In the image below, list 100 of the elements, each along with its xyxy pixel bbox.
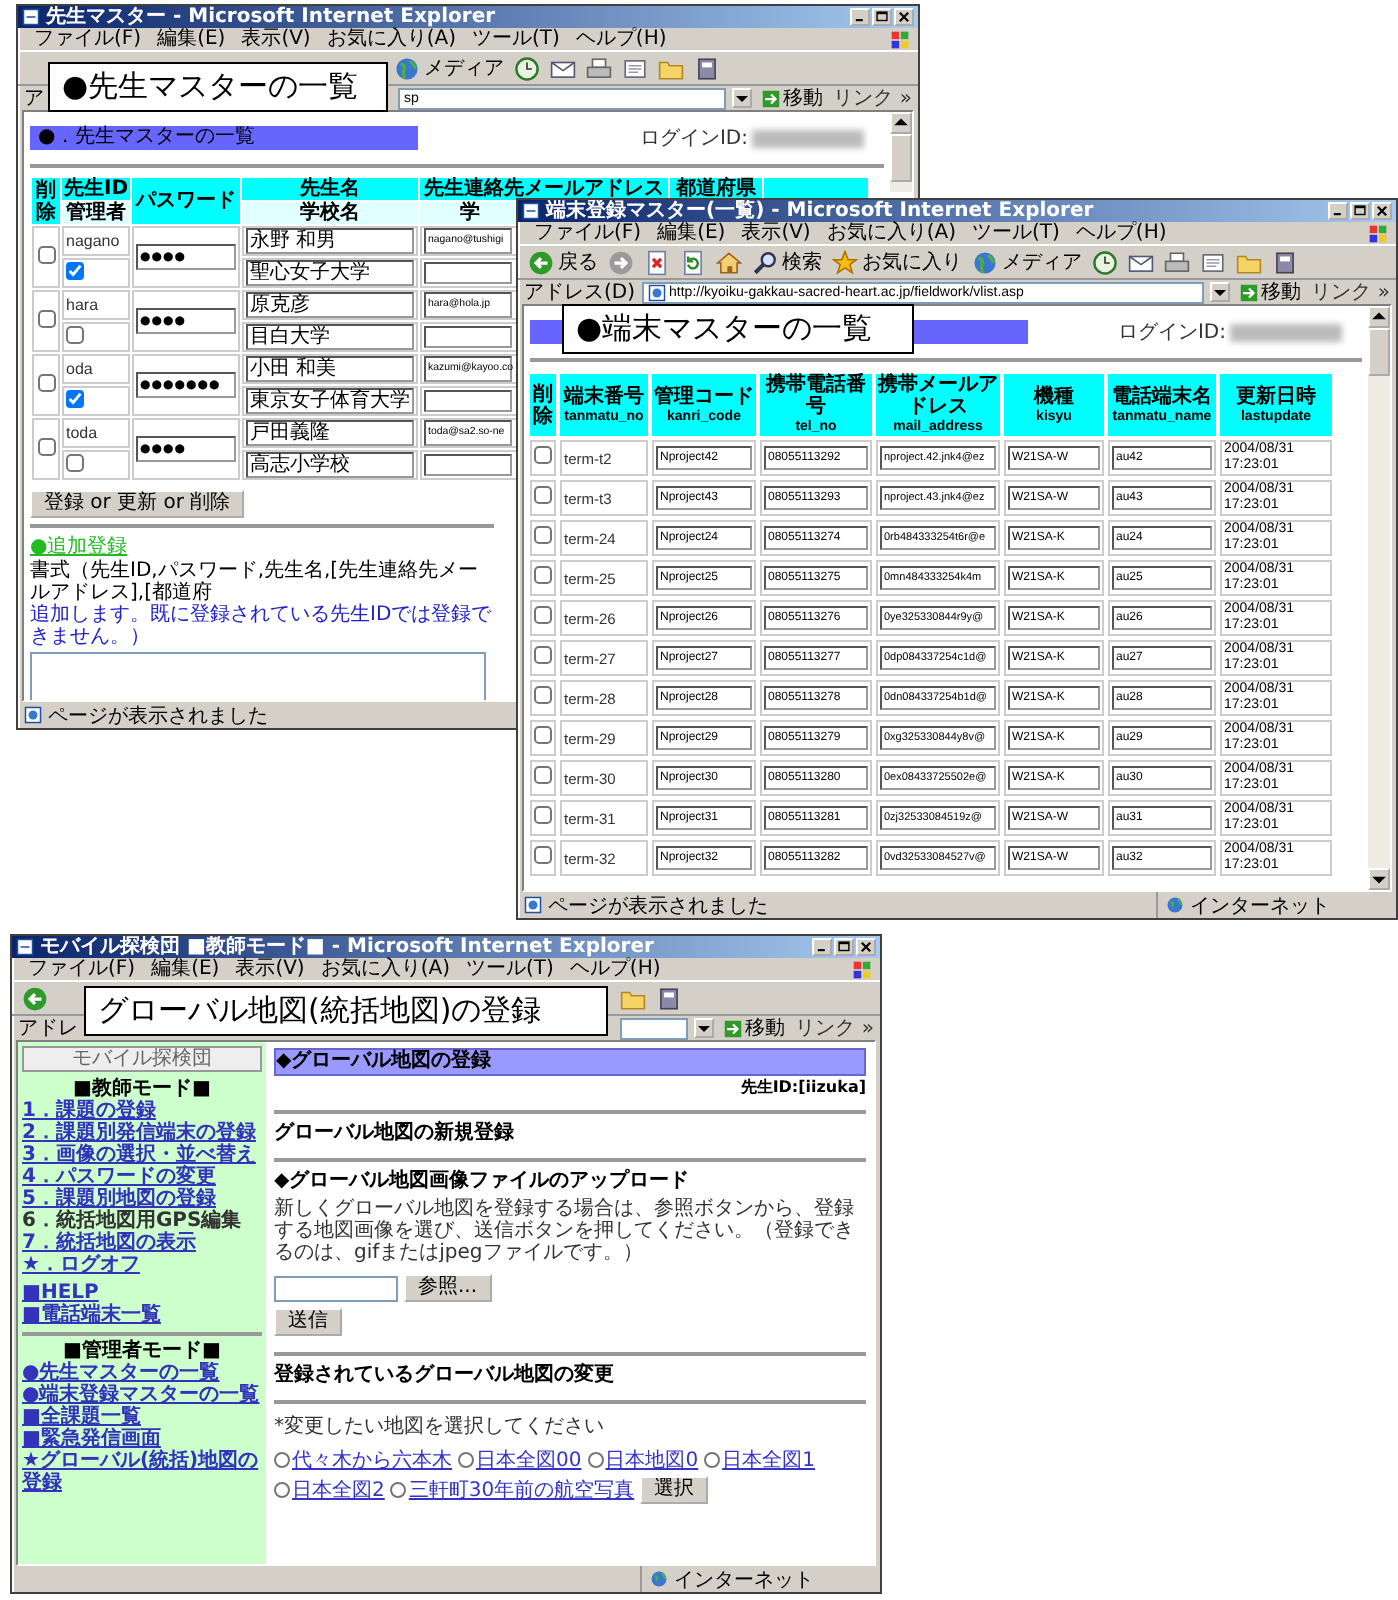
school-field[interactable]: 東京女子体育大学 [246,388,415,414]
delete-checkbox[interactable] [534,846,552,864]
menu-item[interactable]: 編集(E) [649,222,734,244]
scroll-up-button[interactable] [890,112,912,134]
name-field[interactable]: 原克彦 [246,292,415,318]
radio-button[interactable] [704,1452,721,1468]
map-link[interactable]: 代々木から六本木 [292,1446,452,1474]
dropdown-button[interactable] [693,1018,714,1038]
close-button[interactable] [894,8,914,26]
nav-link[interactable]: 4．パスワードの変更 [22,1166,262,1188]
delete-checkbox[interactable] [534,606,552,624]
history-button[interactable] [1088,247,1122,277]
menu-item[interactable]: 編集(E) [149,28,234,50]
close-button[interactable] [856,938,876,956]
nav-link[interactable]: ●端末登録マスターの一覧 [22,1384,262,1406]
radio-button[interactable] [458,1452,474,1468]
nav-link[interactable]: ★グローバル(統括)地図の登録 [22,1450,262,1494]
menu-item[interactable]: 表示(V) [733,222,819,244]
menu-item[interactable]: ヘルプ(H) [567,28,675,50]
menu-item[interactable]: 表示(V) [233,28,319,50]
back-button[interactable] [18,983,52,1013]
scrollbar[interactable] [1368,306,1390,890]
print-button[interactable] [1160,247,1194,277]
delete-checkbox[interactable] [37,437,55,455]
nav-link[interactable]: 2．課題別発信端末の登録 [22,1122,262,1144]
name-field[interactable]: 小田 和美 [246,356,415,382]
delete-checkbox[interactable] [534,806,552,824]
menu-item[interactable]: ファイル(F) [20,958,144,980]
links-button[interactable]: リンク » [1311,281,1390,303]
menu-item[interactable]: ツール(T) [458,958,562,980]
home-button[interactable] [712,247,746,277]
delete-checkbox[interactable] [37,245,55,263]
nav-link[interactable]: ●先生マスターの一覧 [22,1362,262,1384]
menu-item[interactable]: ファイル(F) [526,222,650,244]
menu-item[interactable]: ヘルプ(H) [561,958,669,980]
links-button[interactable]: リンク » [795,1017,874,1039]
minimize-button[interactable] [1328,202,1348,220]
nav-link[interactable]: 7．統括地図の表示 [22,1232,262,1254]
nav-link[interactable]: ■全課題一覧 [22,1406,262,1428]
radio-button[interactable] [274,1452,290,1468]
nav-link[interactable]: 3．画像の選択・並べ替え [22,1144,262,1166]
email-field[interactable] [424,326,513,348]
delete-checkbox[interactable] [534,686,552,704]
admin-checkbox[interactable] [66,326,84,344]
admin-checkbox[interactable] [66,262,84,280]
school-field[interactable]: 高志小学校 [246,452,415,478]
admin-checkbox[interactable] [66,454,84,472]
nav-link[interactable]: ■緊急発信画面 [22,1428,262,1450]
scrollbar-thumb[interactable] [890,134,912,182]
nav-link[interactable]: 1．課題の登録 [22,1100,262,1122]
scrollbar[interactable] [890,112,912,192]
close-button[interactable] [1372,202,1392,220]
name-field[interactable]: 戸田義隆 [246,420,415,446]
send-button[interactable]: 送信 [274,1308,342,1336]
menu-item[interactable]: お気に入り(A) [312,958,458,980]
dropdown-button[interactable] [1209,282,1230,302]
scrollbar-thumb[interactable] [1368,328,1390,376]
delete-checkbox[interactable] [534,726,552,744]
scroll-down-button[interactable] [1368,868,1390,890]
school-field[interactable]: 聖心女子大学 [246,260,415,286]
map-link[interactable]: 三軒町30年前の航空写真 [408,1476,635,1504]
scroll-up-button[interactable] [1368,306,1390,328]
select-button[interactable]: 選択 [640,1476,709,1504]
favorites-button[interactable]: お気に入り [828,247,966,277]
maximize-button[interactable] [1350,202,1370,220]
admin-checkbox[interactable] [66,390,84,408]
history-button[interactable] [510,53,544,83]
go-button[interactable]: 移動 [1235,280,1306,304]
radio-button[interactable] [587,1452,604,1468]
radio-button[interactable] [274,1482,290,1498]
menu-item[interactable]: 編集(E) [143,958,228,980]
delete-checkbox[interactable] [534,526,552,544]
delete-checkbox[interactable] [37,309,55,327]
delete-checkbox[interactable] [534,766,552,784]
email-field[interactable] [424,262,513,284]
submit-button[interactable]: 登録 or 更新 or 削除 [30,490,245,518]
menu-item[interactable]: ツール(T) [964,222,1068,244]
map-link[interactable]: 日本地図0 [605,1446,699,1474]
media-button[interactable]: メディア [968,247,1086,277]
menu-item[interactable]: 表示(V) [227,958,313,980]
menu-item[interactable]: ツール(T) [464,28,568,50]
map-link[interactable]: 日本全図2 [292,1476,385,1504]
forward-button[interactable] [604,247,638,277]
maximize-button[interactable] [834,938,854,956]
minimize-button[interactable] [812,938,832,956]
nav-link[interactable]: ■HELP [22,1282,262,1304]
delete-checkbox[interactable] [534,486,552,504]
radio-button[interactable] [390,1482,407,1498]
delete-checkbox[interactable] [37,373,55,391]
nav-link[interactable]: ★．ログオフ [22,1254,262,1276]
delete-checkbox[interactable] [534,566,552,584]
dropdown-button[interactable] [731,88,752,108]
site-button[interactable]: モバイル探検団 [22,1046,262,1072]
menu-item[interactable]: ファイル(F) [26,28,150,50]
address-field[interactable] [620,1017,688,1039]
map-link[interactable]: 日本全図00 [476,1446,582,1474]
menu-item[interactable]: お気に入り(A) [818,222,964,244]
media-button[interactable]: メディア [390,53,508,83]
minimize-button[interactable] [850,8,870,26]
nav-link[interactable]: ■電話端末一覧 [22,1304,262,1326]
